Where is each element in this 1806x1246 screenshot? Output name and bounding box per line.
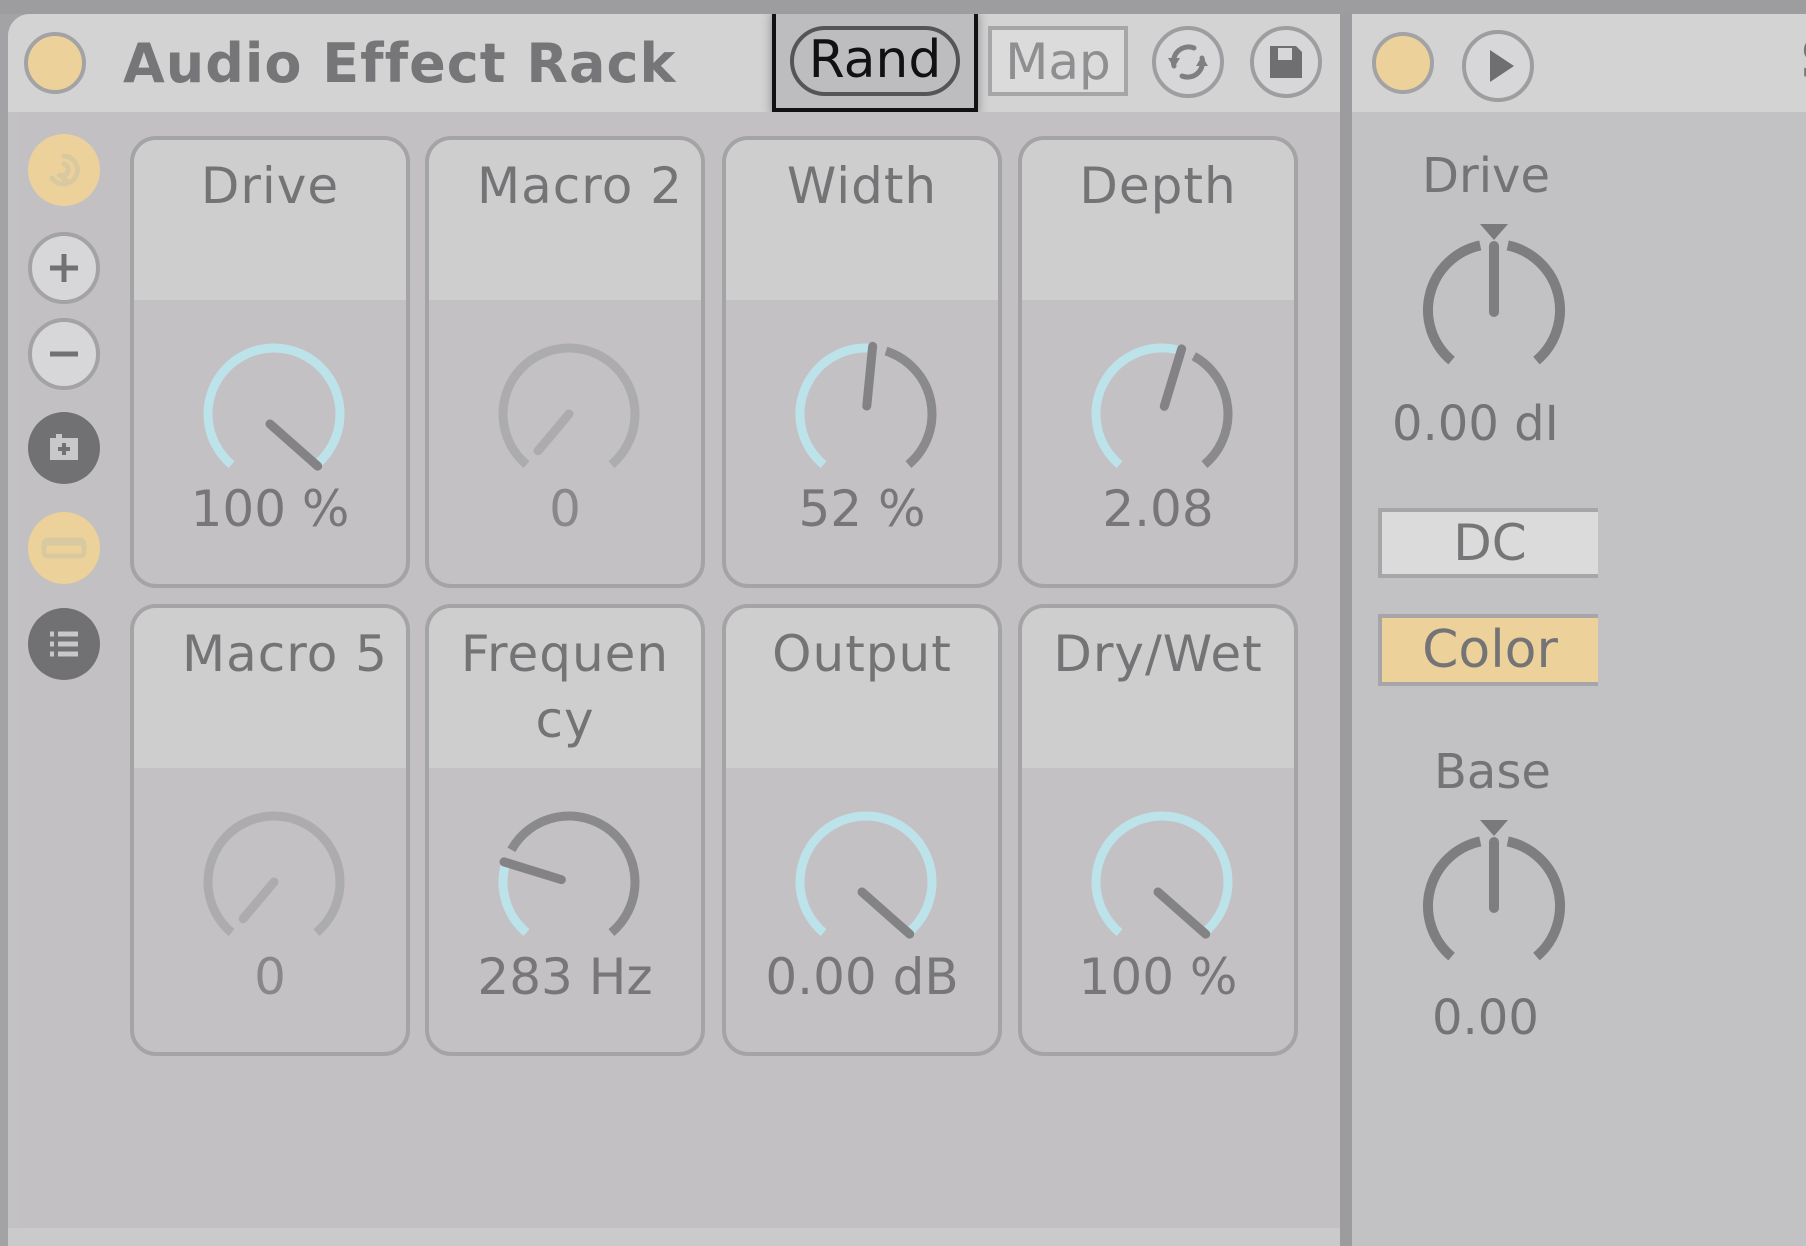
knob-track xyxy=(203,811,345,936)
knob-needle xyxy=(1159,344,1187,411)
macro-value[interactable]: 0 xyxy=(429,480,701,538)
macro-value[interactable]: 100 % xyxy=(134,480,406,538)
knob-dial[interactable] xyxy=(776,330,956,490)
knob-needle xyxy=(499,857,566,885)
knob-dial[interactable] xyxy=(479,798,659,958)
default-marker-icon xyxy=(1480,820,1508,836)
knob-dial[interactable] xyxy=(184,798,364,958)
drive-label: Drive xyxy=(1422,148,1550,204)
knob-value-arc xyxy=(1091,811,1233,936)
knob-value-arc xyxy=(498,861,530,937)
refresh-arrows-icon[interactable] xyxy=(1152,26,1224,98)
macro-value[interactable]: 0 xyxy=(134,948,406,1006)
knob-needle xyxy=(1153,887,1211,939)
dc-button[interactable]: DC xyxy=(1378,508,1598,578)
knob-track xyxy=(884,346,937,469)
device-activator-button[interactable] xyxy=(1372,32,1434,94)
macro-name-line-2[interactable]: cy xyxy=(429,688,701,752)
macro-knob-5[interactable]: Macro 5 0 xyxy=(130,604,410,1056)
knob-track-left xyxy=(1423,836,1482,961)
minus-icon[interactable] xyxy=(28,318,100,390)
knob-dial[interactable] xyxy=(776,798,956,958)
next-device: S Drive 0.00 dI DC Color Base 0.00 xyxy=(1352,14,1806,1246)
next-device-title[interactable]: S xyxy=(1800,28,1806,91)
macro-view-icon[interactable] xyxy=(28,512,100,584)
window-top-band xyxy=(0,0,1806,14)
device-activator-button[interactable] xyxy=(24,32,86,94)
rack-header: Audio Effect Rack Rand Map xyxy=(8,14,1340,112)
play-preview-button[interactable] xyxy=(1462,30,1534,102)
chain-list-icon[interactable] xyxy=(28,608,100,680)
knob-dial[interactable] xyxy=(479,330,659,490)
knob-track xyxy=(1191,352,1233,469)
rand-focus-highlight: Rand xyxy=(772,14,978,112)
knob-needle xyxy=(533,409,574,456)
macro-name[interactable]: Macro 5 xyxy=(134,622,406,686)
macro-value[interactable]: 52 % xyxy=(726,480,998,538)
rack-bottom-edge xyxy=(8,1228,1340,1246)
knob-track-right xyxy=(1506,836,1565,961)
device-divider[interactable] xyxy=(1340,14,1352,1246)
add-chain-icon[interactable] xyxy=(28,412,100,484)
next-device-header: S xyxy=(1352,14,1806,112)
knob-needle xyxy=(238,877,279,924)
macro-knob-7[interactable]: Output 0.00 dB xyxy=(722,604,1002,1056)
knob-needle xyxy=(265,419,323,471)
knob-value-arc xyxy=(795,343,873,469)
base-knob[interactable] xyxy=(1404,806,1584,986)
macro-value[interactable]: 0.00 dB xyxy=(726,948,998,1006)
base-label: Base xyxy=(1434,744,1551,800)
macro-value[interactable]: 2.08 xyxy=(1022,480,1294,538)
rack-title[interactable]: Audio Effect Rack xyxy=(123,32,676,95)
macro-name[interactable]: Output xyxy=(726,622,998,686)
knob-needle xyxy=(862,341,878,411)
macro-knob-3[interactable]: Width 52 % xyxy=(722,136,1002,588)
macro-value[interactable]: 283 Hz xyxy=(429,948,701,1006)
play-icon xyxy=(1490,50,1514,82)
macro-variations-icon[interactable] xyxy=(28,134,100,206)
knob-track xyxy=(498,343,640,468)
default-marker-icon xyxy=(1480,224,1508,240)
knob-dial[interactable] xyxy=(1072,798,1252,958)
macro-knob-8[interactable]: Dry/Wet 100 % xyxy=(1018,604,1298,1056)
macro-value[interactable]: 100 % xyxy=(1022,948,1294,1006)
knob-value-arc xyxy=(203,343,345,468)
macro-name[interactable]: Drive xyxy=(134,154,406,218)
color-button[interactable]: Color xyxy=(1378,614,1598,686)
macro-knob-6[interactable]: Frequen cy 283 Hz xyxy=(425,604,705,1056)
macro-name[interactable]: Macro 2 xyxy=(429,154,701,218)
macro-name[interactable]: Width xyxy=(726,154,998,218)
rand-button[interactable]: Rand xyxy=(790,26,960,96)
map-button[interactable]: Map xyxy=(988,26,1128,96)
audio-effect-rack: Audio Effect Rack Rand Map Drive 100 % M… xyxy=(8,14,1340,1246)
floppy-save-icon[interactable] xyxy=(1250,26,1322,98)
macro-name[interactable]: Dry/Wet xyxy=(1022,622,1294,686)
drive-knob[interactable] xyxy=(1404,210,1584,390)
knob-track-right xyxy=(1506,240,1565,365)
knob-needle xyxy=(857,887,915,939)
plus-icon[interactable] xyxy=(28,232,100,304)
knob-dial[interactable] xyxy=(184,330,364,490)
macro-knob-2[interactable]: Macro 2 0 xyxy=(425,136,705,588)
knob-dial[interactable] xyxy=(1072,330,1252,490)
macro-knob-1[interactable]: Drive 100 % xyxy=(130,136,410,588)
knob-track-left xyxy=(1423,240,1482,365)
drive-value[interactable]: 0.00 dI xyxy=(1392,396,1559,452)
macro-knob-4[interactable]: Depth 2.08 xyxy=(1018,136,1298,588)
knob-value-arc xyxy=(795,811,937,936)
macro-name-line-1[interactable]: Frequen xyxy=(429,622,701,686)
macro-name[interactable]: Depth xyxy=(1022,154,1294,218)
base-value[interactable]: 0.00 xyxy=(1432,990,1539,1046)
